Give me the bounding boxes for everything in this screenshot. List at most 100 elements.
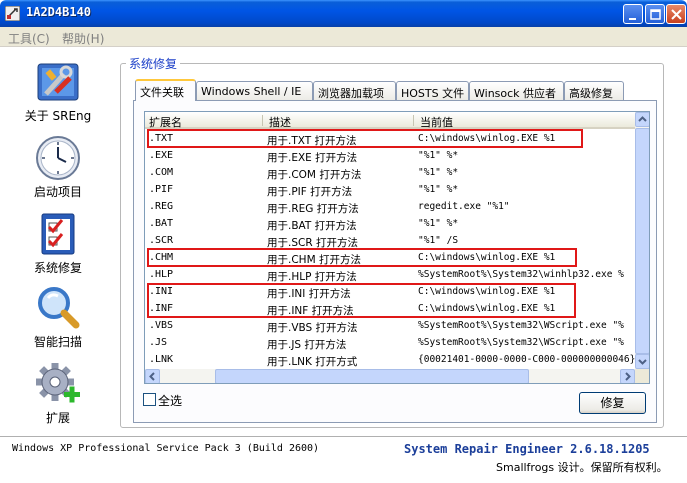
table-row[interactable]: .LNK 用于.LNK 打开方式 {00021401-0000-0000-C000-…	[145, 352, 635, 369]
scroll-corner	[635, 369, 649, 383]
row-current-value: %SystemRoot%\System32\WScript.exe "%	[418, 337, 624, 348]
window-title: 1A2D4B140	[26, 5, 92, 19]
row-current-value: "%1" %*	[418, 218, 459, 229]
scroll-up-button[interactable]	[635, 112, 649, 127]
tab-windows-shell[interactable]: Windows Shell / IE	[196, 81, 313, 100]
table-row[interactable]: .INF 用于.INF 打开方法 C:\windows\winlog.EXE %1	[145, 301, 635, 318]
nav-about[interactable]: 关于 SREng	[8, 58, 108, 124]
menu-help[interactable]: 帮助(H)	[62, 30, 104, 47]
row-current-value: "%1" /S	[418, 235, 459, 246]
maximize-icon	[650, 9, 661, 20]
table-row[interactable]: .VBS 用于.VBS 打开方法 %SystemRoot%\System32\WSc…	[145, 318, 635, 335]
table-row[interactable]: .PIF 用于.PIF 打开方法 "%1" %*	[145, 182, 635, 199]
scroll-left-button[interactable]	[145, 369, 160, 383]
table-row[interactable]: .CHM 用于.CHM 打开方法 C:\windows\winlog.EXE %1	[145, 250, 635, 267]
nav-repair[interactable]: 系统修复	[8, 210, 108, 276]
table-row[interactable]: .TXT 用于.TXT 打开方法 C:\windows\winlog.EXE %1	[145, 131, 635, 148]
table-row[interactable]: .BAT 用于.BAT 打开方法 "%1" %*	[145, 216, 635, 233]
column-extension[interactable]: 扩展名	[149, 114, 182, 130]
select-all-label[interactable]: 全选	[158, 392, 182, 409]
nav-startup-label: 启动项目	[33, 185, 82, 199]
column-current-value[interactable]: 当前值	[420, 114, 453, 130]
row-description: 用于.INF 打开方法	[267, 305, 354, 317]
checklist-icon	[41, 213, 75, 255]
row-extension: .EXE	[149, 150, 174, 161]
select-all-checkbox[interactable]	[143, 393, 156, 406]
tab-hosts[interactable]: HOSTS 文件	[396, 81, 469, 100]
close-icon	[671, 9, 682, 20]
os-info: Windows XP Professional Service Pack 3 (…	[12, 443, 320, 454]
group-title: 系统修复	[126, 55, 181, 72]
tab-file-association[interactable]: 文件关联	[135, 79, 196, 101]
arrow-up-icon	[638, 116, 647, 122]
status-divider	[0, 436, 687, 437]
row-current-value: regedit.exe "%1"	[418, 201, 510, 212]
table-row[interactable]: .JS 用于.JS 打开方法 %SystemRoot%\System32\WScri…	[145, 335, 635, 352]
row-description: 用于.HLP 打开方法	[267, 271, 357, 283]
row-extension: .LNK	[149, 354, 174, 365]
minimize-icon	[629, 18, 636, 20]
row-description: 用于.BAT 打开方法	[267, 220, 357, 232]
arrow-left-icon	[149, 372, 155, 381]
row-description: 用于.INI 打开方法	[267, 288, 351, 300]
nav-scan-label: 智能扫描	[33, 335, 82, 349]
row-description: 用于.REG 打开方法	[267, 203, 359, 215]
menu-tools[interactable]: 工具(C)	[8, 30, 50, 47]
horizontal-scrollbar[interactable]	[145, 369, 635, 383]
menu-bar: 工具(C) 帮助(H)	[0, 27, 687, 47]
row-current-value: C:\windows\winlog.EXE %1	[418, 286, 556, 297]
maximize-button[interactable]	[645, 4, 665, 24]
copyright-text: Smallfrogs 设计。保留所有权利。	[496, 461, 668, 474]
arrow-right-icon	[625, 372, 631, 381]
nav-startup[interactable]: 启动项目	[8, 134, 108, 200]
table-row[interactable]: .COM 用于.COM 打开方法 "%1" %*	[145, 165, 635, 182]
title-bar[interactable]: 1A2D4B140	[0, 0, 687, 27]
row-current-value: "%1" %*	[418, 150, 459, 161]
tab-advanced-repair[interactable]: 高级修复	[564, 81, 624, 100]
close-button[interactable]	[666, 4, 686, 24]
row-extension: .CHM	[149, 252, 174, 263]
list-header: 扩展名 描述 当前值	[145, 112, 635, 129]
row-current-value: "%1" %*	[418, 167, 459, 178]
nav-about-label: 关于 SREng	[24, 109, 92, 123]
scroll-right-button[interactable]	[620, 369, 635, 383]
gear-plus-icon	[36, 363, 80, 403]
vertical-scroll-thumb[interactable]	[635, 128, 649, 354]
nav-extend-label: 扩展	[45, 411, 70, 425]
row-current-value: C:\windows\winlog.EXE %1	[418, 252, 556, 263]
column-divider[interactable]	[413, 115, 414, 126]
row-current-value: {00021401-0000-0000-C000-000000000046}	[418, 354, 635, 365]
table-row[interactable]: .REG 用于.REG 打开方法 regedit.exe "%1"	[145, 199, 635, 216]
row-extension: .SCR	[149, 235, 174, 246]
column-description[interactable]: 描述	[269, 114, 291, 130]
row-description: 用于.COM 打开方法	[267, 169, 362, 181]
horizontal-scroll-thumb[interactable]	[215, 369, 529, 383]
repair-button[interactable]: 修复	[579, 392, 646, 414]
row-extension: .HLP	[149, 269, 174, 280]
row-extension: .JS	[149, 337, 168, 348]
table-row[interactable]: .SCR 用于.SCR 打开方法 "%1" /S	[145, 233, 635, 250]
row-description: 用于.EXE 打开方法	[267, 152, 358, 164]
vertical-scrollbar[interactable]	[635, 112, 649, 369]
file-association-list[interactable]: 扩展名 描述 当前值 .TXT 用于.TXT 打开方法 C:\windows\win…	[144, 111, 650, 384]
table-row[interactable]: .HLP 用于.HLP 打开方法 %SystemRoot%\System32\win…	[145, 267, 635, 284]
tab-winsock[interactable]: Winsock 供应者	[469, 81, 564, 100]
table-row[interactable]: .INI 用于.INI 打开方法 C:\windows\winlog.EXE %1	[145, 284, 635, 301]
minimize-button[interactable]	[623, 4, 643, 24]
nav-repair-label: 系统修复	[33, 261, 82, 275]
row-current-value: C:\windows\winlog.EXE %1	[418, 133, 556, 144]
nav-extend[interactable]: 扩展	[8, 360, 108, 426]
column-divider[interactable]	[262, 115, 263, 126]
table-row[interactable]: .EXE 用于.EXE 打开方法 "%1" %*	[145, 148, 635, 165]
scroll-down-button[interactable]	[635, 354, 649, 369]
row-current-value: %SystemRoot%\System32\WScript.exe "%	[418, 320, 624, 331]
row-extension: .COM	[149, 167, 174, 178]
magnifier-icon	[38, 287, 80, 329]
row-current-value: C:\windows\winlog.EXE %1	[418, 303, 556, 314]
nav-scan[interactable]: 智能扫描	[8, 284, 108, 350]
row-description: 用于.PIF 打开方法	[267, 186, 353, 198]
tools-icon	[37, 63, 79, 101]
row-description: 用于.CHM 打开方法	[267, 254, 361, 266]
row-current-value: %SystemRoot%\System32\winhlp32.exe %	[418, 269, 624, 280]
tab-browser-addons[interactable]: 浏览器加载项	[313, 81, 396, 100]
